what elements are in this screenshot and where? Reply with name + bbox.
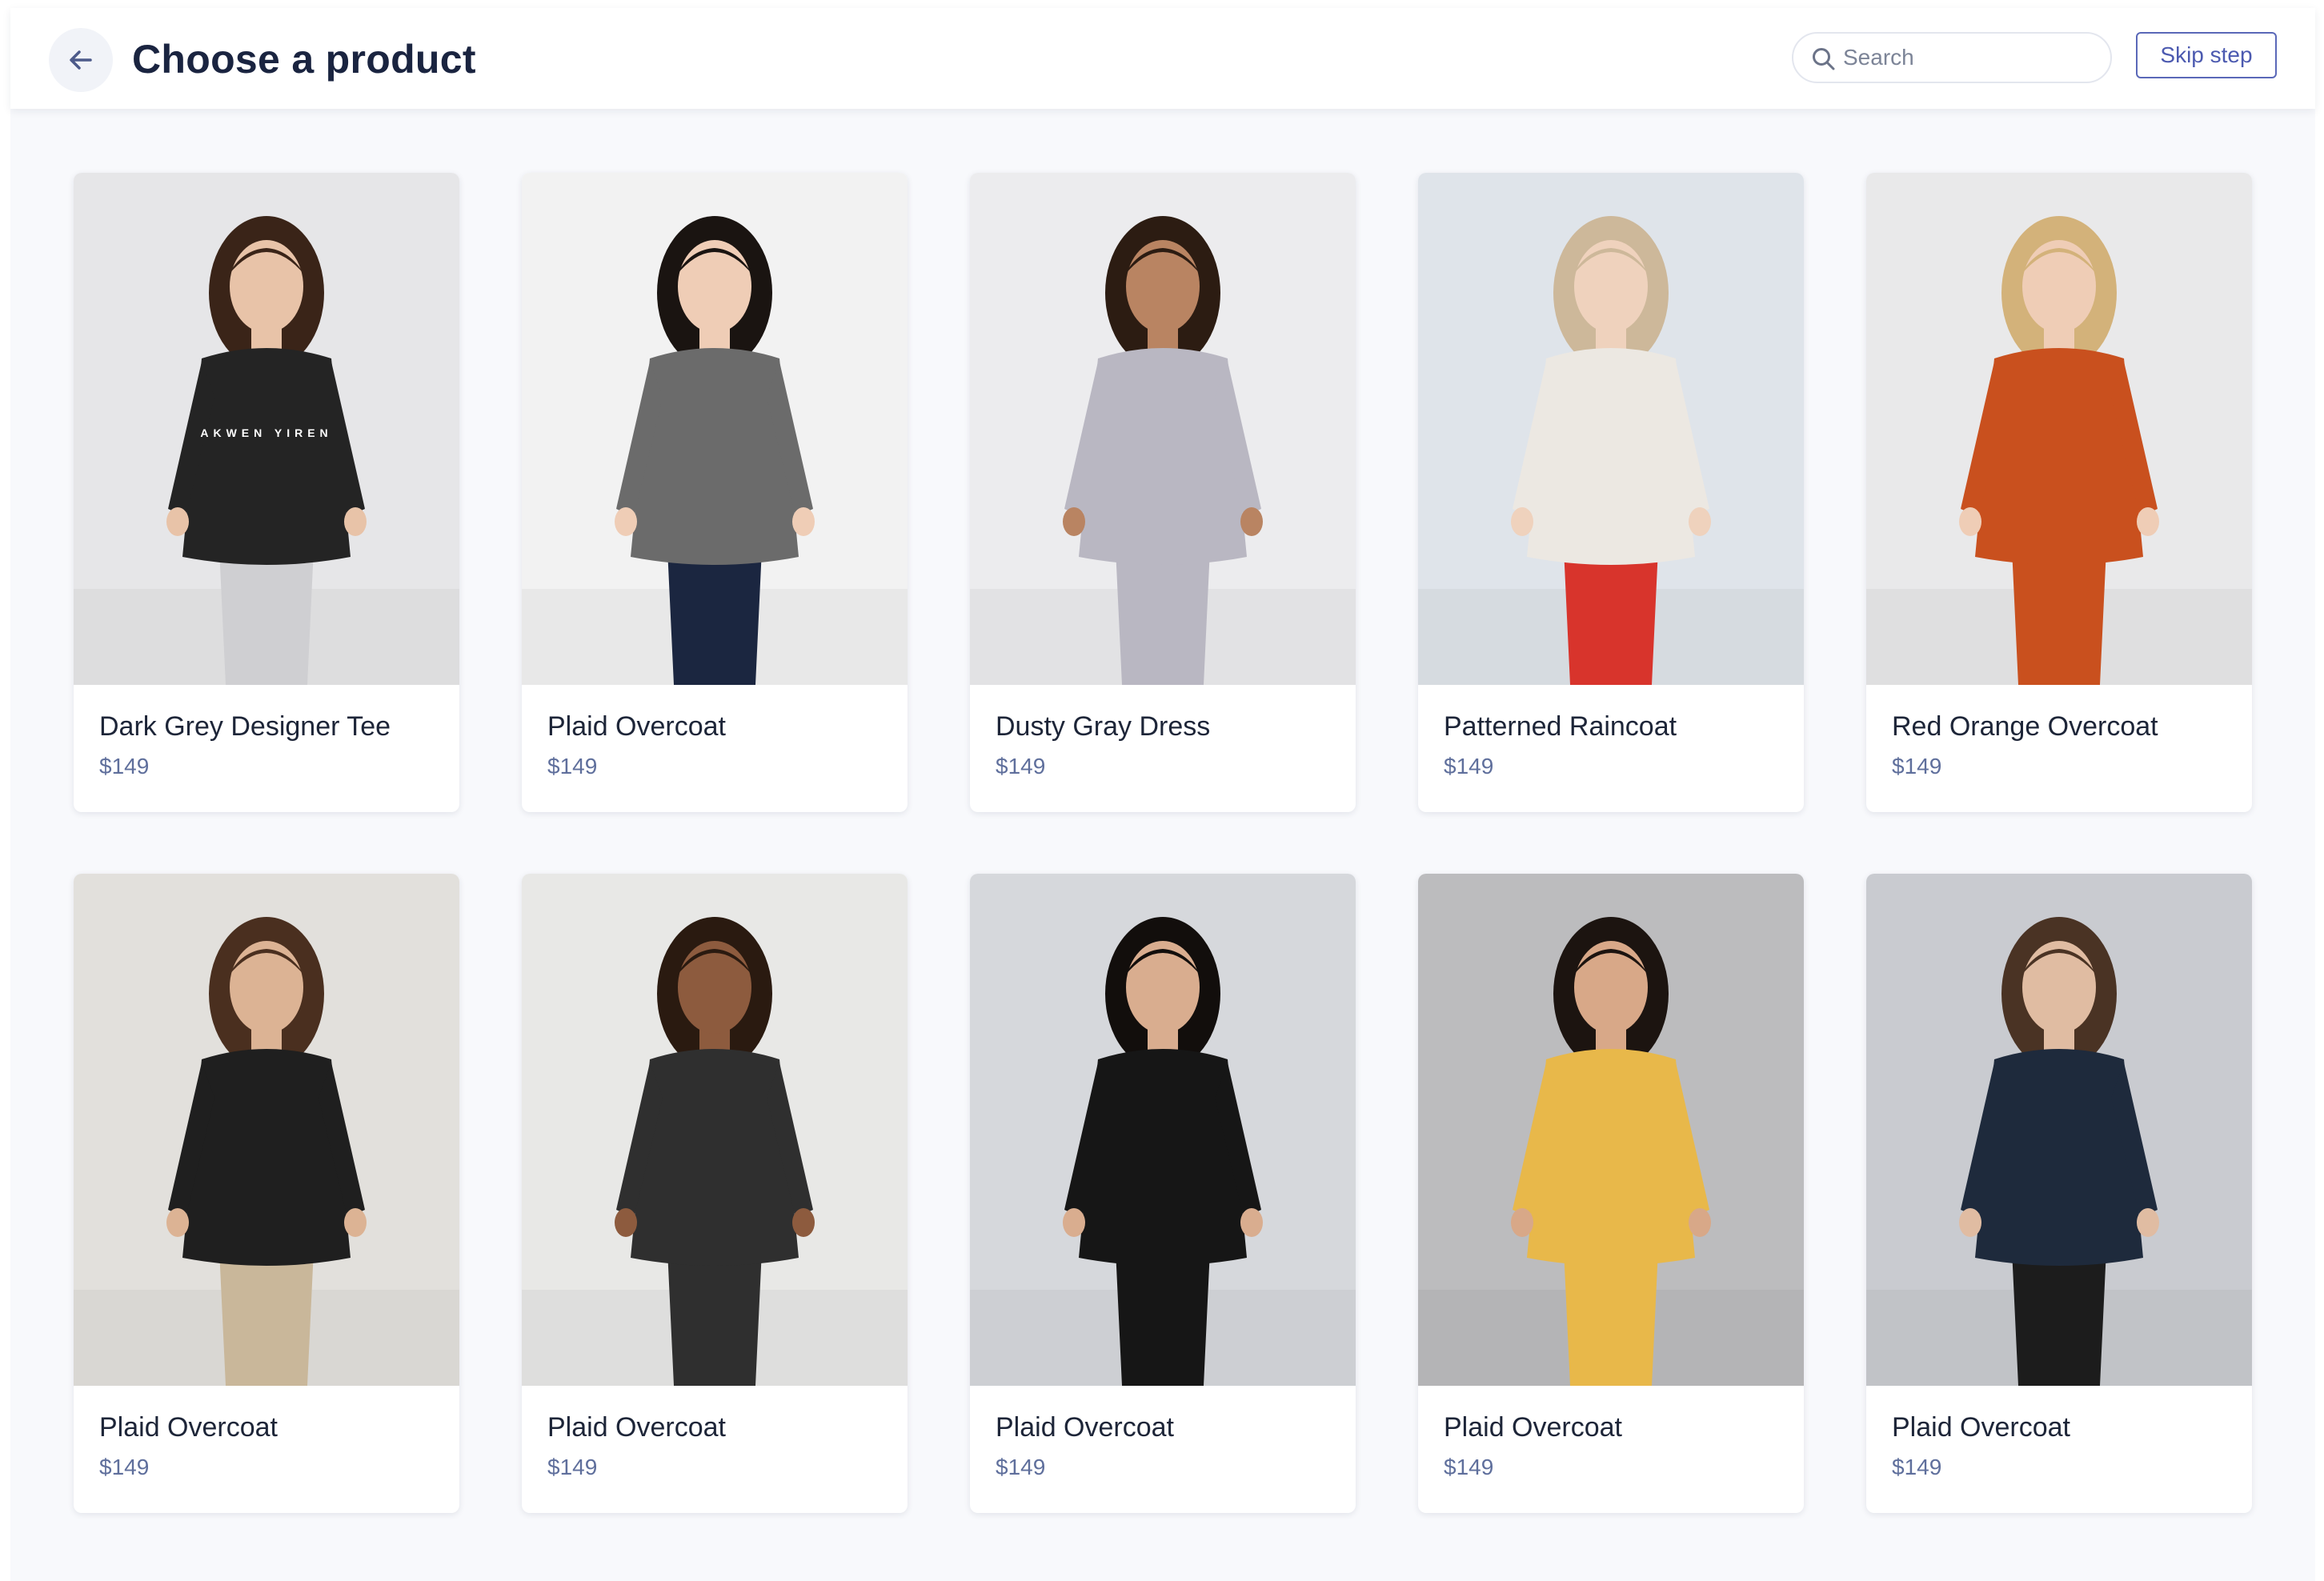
product-price: $149 [1444, 1455, 1494, 1479]
top-bar: Choose a product Skip step [10, 8, 2315, 109]
product-name: Plaid Overcoat [1892, 1412, 2070, 1443]
product-card[interactable]: Plaid Overcoat $149 [1866, 874, 2252, 1513]
page-title: Choose a product [132, 37, 476, 82]
app-frame: Choose a product Skip step AKWEN YIREN Da… [10, 8, 2315, 1581]
product-name: Plaid Overcoat [547, 1412, 726, 1443]
product-card[interactable]: Plaid Overcoat $149 [522, 173, 908, 812]
product-price: $149 [99, 1455, 150, 1479]
product-price: $149 [996, 1455, 1046, 1479]
arrow-left-icon [70, 50, 92, 70]
product-image [1866, 173, 2252, 685]
skip-step-button[interactable]: Skip step [2136, 32, 2277, 78]
product-name: Dusty Gray Dress [996, 711, 1211, 742]
product-card[interactable]: Plaid Overcoat $149 [1418, 874, 1804, 1513]
search-input[interactable] [1843, 34, 2099, 82]
product-name: Plaid Overcoat [99, 1412, 278, 1443]
product-name: Plaid Overcoat [547, 711, 726, 742]
product-image [522, 173, 908, 685]
product-image [1418, 874, 1804, 1386]
product-name: Dark Grey Designer Tee [99, 711, 391, 742]
back-button[interactable] [49, 28, 113, 92]
product-price: $149 [1892, 754, 1942, 778]
product-image [1418, 173, 1804, 685]
product-card[interactable]: Plaid Overcoat $149 [970, 874, 1356, 1513]
product-image [970, 874, 1356, 1386]
svg-text:AKWEN YIREN: AKWEN YIREN [200, 426, 332, 439]
product-card[interactable]: Plaid Overcoat $149 [74, 874, 459, 1513]
product-price: $149 [547, 754, 598, 778]
product-price: $149 [1444, 754, 1494, 778]
product-card[interactable]: Red Orange Overcoat $149 [1866, 173, 2252, 812]
product-name: Red Orange Overcoat [1892, 711, 2158, 742]
search-icon [1813, 48, 1835, 70]
product-card[interactable]: Dusty Gray Dress $149 [970, 173, 1356, 812]
product-name: Plaid Overcoat [996, 1412, 1174, 1443]
product-price: $149 [99, 754, 150, 778]
product-image: AKWEN YIREN [74, 173, 459, 685]
product-image [522, 874, 908, 1386]
product-price: $149 [547, 1455, 598, 1479]
product-image [1866, 874, 2252, 1386]
product-card[interactable]: Plaid Overcoat $149 [522, 874, 908, 1513]
product-name: Plaid Overcoat [1444, 1412, 1622, 1443]
product-price: $149 [1892, 1455, 1942, 1479]
product-image [74, 874, 459, 1386]
product-image [970, 173, 1356, 685]
product-card[interactable]: AKWEN YIREN Dark Grey Designer Tee $149 [74, 173, 459, 812]
product-name: Patterned Raincoat [1444, 711, 1677, 742]
product-card[interactable]: Patterned Raincoat $149 [1418, 173, 1804, 812]
search-box[interactable] [1792, 32, 2112, 83]
product-price: $149 [996, 754, 1046, 778]
